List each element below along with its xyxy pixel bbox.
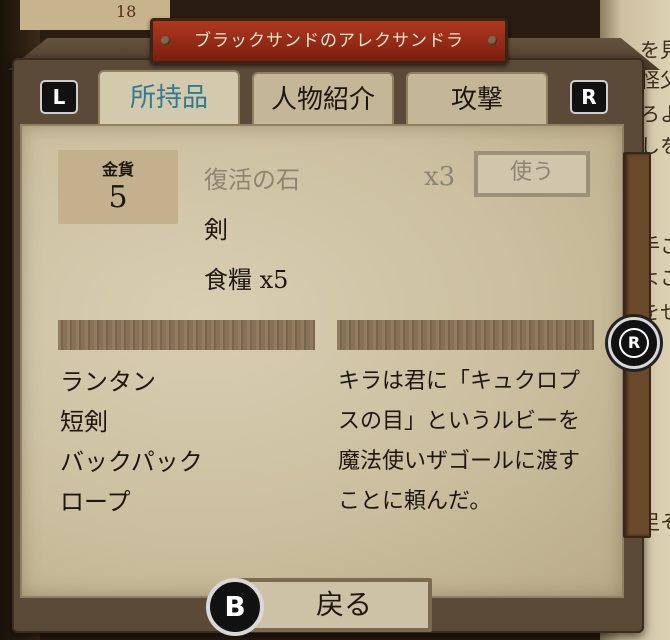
quest-description: キラは君に「キュクロプスの目」というルビーを魔法使いザゴールに渡すことに頼んだ。 (338, 369, 581, 514)
item-sword[interactable]: 剣 (204, 210, 228, 245)
right-stick-icon[interactable]: R (608, 317, 660, 369)
equipment-item: ランタン (60, 368, 156, 396)
background-tab: 18 (20, 0, 170, 30)
character-title-banner: ブラックサンドのアレクサンドラ (150, 18, 508, 64)
equipment-item: バックパック (60, 448, 203, 476)
l-button-icon[interactable]: L (40, 80, 78, 114)
r-button-icon[interactable]: R (570, 80, 608, 114)
b-button-icon[interactable]: B (206, 578, 264, 636)
rivet-icon (488, 36, 497, 45)
item-quantity: x3 (424, 162, 456, 192)
tab-characters[interactable]: 人物紹介 (252, 72, 394, 124)
character-name: ブラックサンドのアレクサンドラ (194, 31, 464, 51)
item-rations[interactable]: 食糧 x5 (204, 260, 288, 295)
gold-box: 金貨 5 (58, 150, 178, 224)
back-button[interactable]: 戻る (236, 578, 432, 632)
tab-inventory[interactable]: 所持品 (98, 70, 240, 124)
gold-label: 金貨 (101, 160, 134, 179)
background-tab-number: 18 (116, 2, 137, 21)
equipment-item: 短剣 (60, 408, 108, 436)
background-text: ろよ (640, 102, 670, 126)
section-divider (337, 320, 594, 350)
equipment-item: ロープ (60, 488, 131, 516)
section-divider (58, 320, 315, 350)
rivet-icon (161, 36, 170, 45)
item-revival-stone[interactable]: 復活の石 (204, 160, 300, 195)
tab-attack[interactable]: 攻撃 (406, 72, 548, 124)
use-button[interactable]: 使う (474, 151, 590, 197)
gold-value: 5 (108, 180, 128, 215)
right-stick-label: R (619, 328, 649, 358)
